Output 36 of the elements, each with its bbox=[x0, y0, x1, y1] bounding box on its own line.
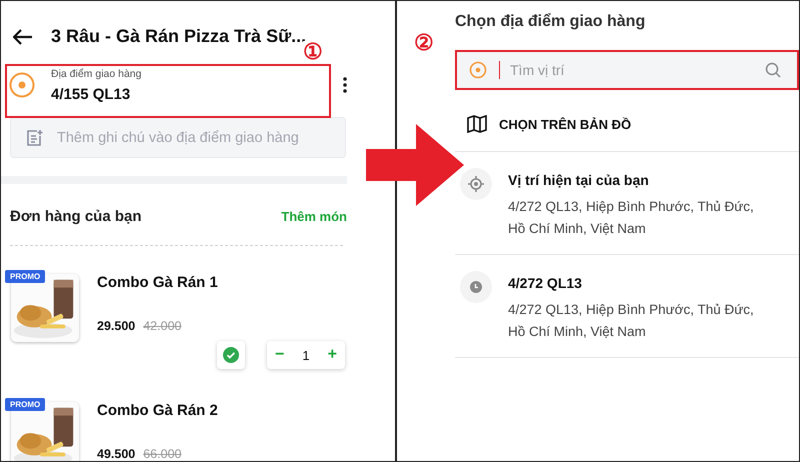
check-icon bbox=[223, 347, 239, 363]
place-name[interactable]: 4/272 QL13 bbox=[508, 275, 770, 291]
address-value: 4/155 QL13 bbox=[51, 86, 132, 102]
original-price: 66.000 bbox=[143, 447, 182, 461]
more-icon[interactable] bbox=[343, 77, 347, 93]
choose-on-map-option[interactable]: CHỌN TRÊN BẢN ĐỒ bbox=[499, 116, 632, 132]
item-name: Combo Gà Rán 1 bbox=[97, 274, 219, 291]
address-label: Địa điểm giao hàng bbox=[51, 68, 142, 80]
item-name: Combo Gà Rán 2 bbox=[97, 402, 219, 419]
search-bar[interactable]: Tìm vị trí bbox=[455, 50, 799, 90]
place-name[interactable]: Vị trí hiện tại của bạn bbox=[508, 172, 770, 188]
select-checkbox[interactable] bbox=[217, 341, 245, 369]
promo-badge: PROMO bbox=[5, 270, 46, 283]
note-field[interactable]: Thêm ghi chú vào địa điểm giao hàng bbox=[55, 128, 331, 146]
order-heading: Đơn hàng của bạn bbox=[10, 208, 142, 225]
arrow-icon bbox=[366, 124, 464, 206]
target-icon bbox=[468, 176, 484, 192]
quantity-value: 1 bbox=[302, 348, 310, 362]
item-price: 49.500 bbox=[97, 447, 136, 461]
place-address: 4/272 QL13, Hiệp Bình Phước, Thủ Đức, Hồ Chí Minh, Việt Nam bbox=[508, 198, 755, 238]
search-icon bbox=[765, 62, 781, 78]
back-arrow-icon[interactable] bbox=[13, 28, 33, 44]
map-icon bbox=[467, 115, 487, 133]
search-field[interactable]: Tìm vị trí bbox=[508, 61, 757, 79]
clock-icon bbox=[470, 281, 482, 293]
promo-badge: PROMO bbox=[5, 398, 46, 411]
step-marker: ② bbox=[414, 32, 434, 54]
location-dot-icon bbox=[9, 72, 35, 98]
place-address: 4/272 QL13, Hiệp Bình Phước, Thủ Đức, Hồ Chí Minh, Việt Nam bbox=[508, 301, 755, 341]
original-price: 42.000 bbox=[143, 319, 182, 333]
location-dot-icon bbox=[469, 61, 487, 79]
page-title: Chọn địa điểm giao hàng bbox=[455, 13, 646, 31]
step-marker: ① bbox=[303, 41, 323, 63]
note-bar[interactable]: Thêm ghi chú vào địa điểm giao hàng bbox=[10, 117, 346, 158]
note-icon bbox=[25, 128, 43, 146]
item-price: 29.500 bbox=[97, 319, 136, 333]
